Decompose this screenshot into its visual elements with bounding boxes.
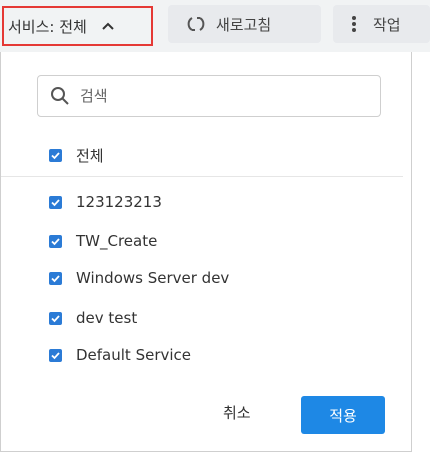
list-item[interactable]: TW_Create — [49, 230, 157, 252]
checkbox-checked-icon[interactable] — [49, 311, 62, 325]
option-label: Default Service — [76, 346, 192, 364]
service-filter-label: 서비스: 전체 — [8, 17, 87, 36]
divider — [1, 176, 403, 177]
checkbox-checked-icon[interactable] — [49, 148, 62, 162]
service-filter-button[interactable]: 서비스: 전체 — [2, 6, 153, 46]
refresh-icon — [186, 14, 206, 34]
option-label: Windows Server dev — [76, 269, 230, 287]
list-item[interactable]: 123123213 — [49, 191, 162, 213]
service-dropdown-panel: 전체 123123213 TW_Create Windows Server de… — [0, 52, 412, 452]
option-label: dev test — [76, 309, 138, 327]
search-input[interactable] — [78, 86, 362, 106]
select-all-label: 전체 — [76, 146, 104, 165]
actions-label: 작업 — [373, 15, 401, 34]
more-vertical-icon — [351, 15, 357, 33]
list-item[interactable]: Default Service — [49, 344, 191, 366]
option-label: 123123213 — [76, 193, 162, 211]
search-icon — [50, 86, 70, 106]
cancel-button[interactable]: 취소 — [223, 402, 251, 423]
search-box — [37, 75, 381, 117]
checkbox-checked-icon[interactable] — [49, 195, 62, 209]
toolbar: 서비스: 전체 새로고침 작업 — [0, 0, 430, 52]
refresh-label: 새로고침 — [216, 15, 272, 34]
checkbox-checked-icon[interactable] — [49, 234, 62, 248]
actions-button[interactable]: 작업 — [333, 5, 430, 43]
checkbox-checked-icon[interactable] — [49, 348, 62, 362]
chevron-up-icon — [101, 19, 115, 33]
apply-button[interactable]: 적용 — [301, 396, 385, 434]
list-item[interactable]: dev test — [49, 307, 137, 329]
checkbox-checked-icon[interactable] — [49, 271, 62, 285]
list-item[interactable]: Windows Server dev — [49, 267, 229, 289]
option-label: TW_Create — [76, 232, 158, 250]
refresh-button[interactable]: 새로고침 — [168, 5, 321, 43]
select-all-option[interactable]: 전체 — [49, 144, 104, 166]
